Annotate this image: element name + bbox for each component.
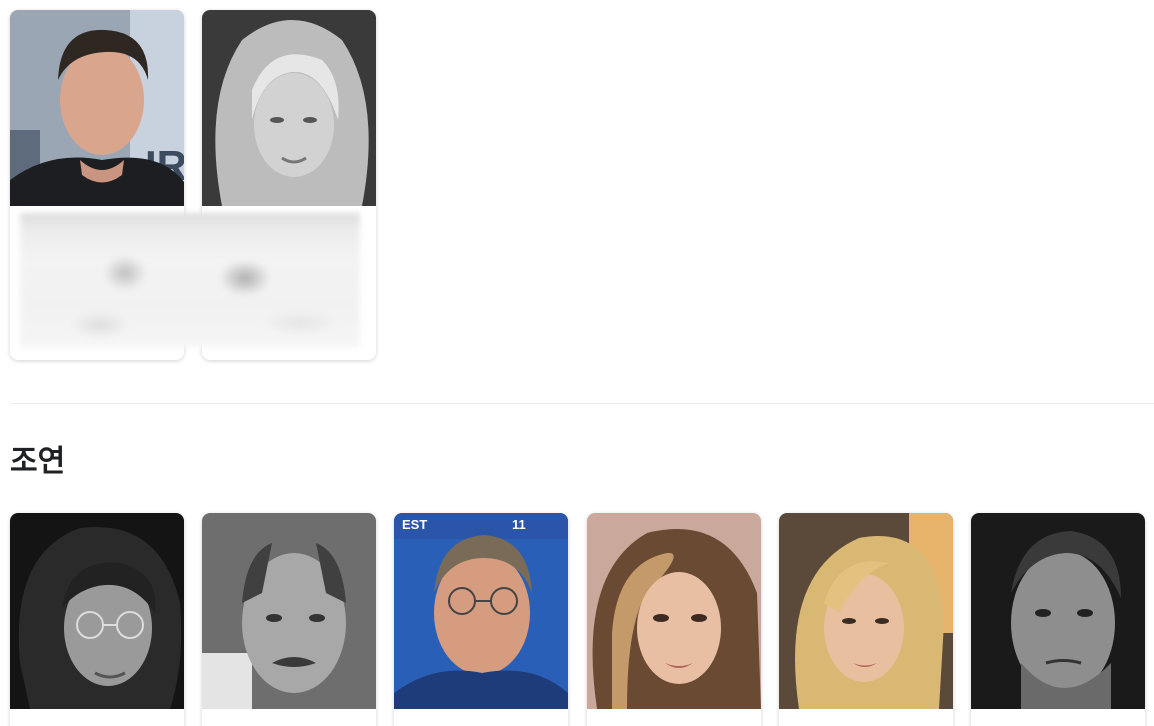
actor-photo: IR: [10, 10, 184, 206]
svg-text:EST: EST: [402, 517, 427, 532]
cast-card-4[interactable]: [587, 513, 761, 726]
cast-card-6[interactable]: [971, 513, 1145, 726]
page: IR 조연: [0, 0, 1154, 726]
actress-photo: [587, 513, 761, 709]
actor-photo: [202, 513, 376, 709]
blurred-content-placeholder: [20, 213, 360, 347]
cast-card-1[interactable]: [10, 513, 184, 726]
section-divider: [10, 403, 1154, 404]
actor-photo: [10, 513, 184, 709]
actor-photo: EST 11: [394, 513, 568, 709]
cast-card-3[interactable]: EST 11: [394, 513, 568, 726]
actor-photo: [971, 513, 1145, 709]
svg-text:11: 11: [512, 517, 526, 532]
section-title-supporting-cast: 조연: [10, 444, 66, 479]
cast-card-2[interactable]: [202, 513, 376, 726]
actress-photo: [779, 513, 953, 709]
cast-card-5[interactable]: [779, 513, 953, 726]
actress-photo: [202, 10, 376, 206]
